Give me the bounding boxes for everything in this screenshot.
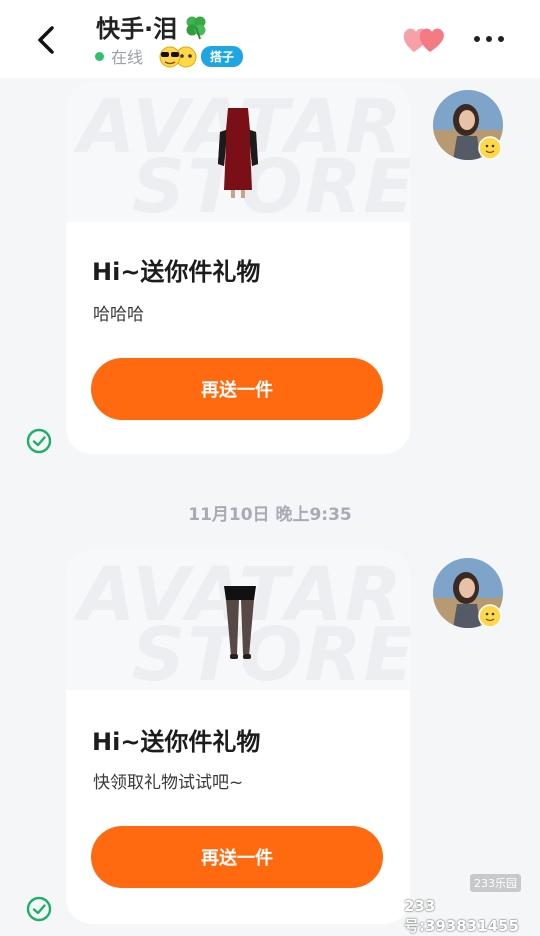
relation-tag: 搭子: [201, 45, 244, 67]
gift-card: AVATAR STORE Hi~送你件礼物 哈哈哈 再送一件: [66, 82, 410, 454]
black-stockings-icon: [224, 586, 256, 659]
gift-card-message: 快领取礼物试试吧~: [93, 773, 244, 793]
read-check-icon: [26, 428, 52, 454]
gift-card-message: 哈哈哈: [93, 305, 144, 325]
sunglasses-emoji-icon: [156, 44, 200, 68]
contact-name-row[interactable]: 快手·泪: [96, 9, 209, 44]
red-dress-icon: [218, 108, 258, 198]
gift-item-image[interactable]: AVATAR STORE: [66, 82, 410, 222]
gift-card-title: Hi~送你件礼物: [92, 258, 261, 286]
back-arrow-icon[interactable]: [28, 20, 68, 60]
smile-emoji-icon: [478, 604, 502, 628]
double-heart-icon[interactable]: [402, 22, 446, 56]
message-timestamp: 11月10日 晚上9:35: [188, 505, 352, 525]
gift-item-image[interactable]: AVATAR STORE: [66, 550, 410, 690]
gift-card: AVATAR STORE Hi~送你件礼物 快领取礼物试试吧~ 再送一件: [66, 550, 410, 924]
online-status: 在线: [111, 48, 144, 67]
online-dot-icon: [95, 51, 104, 61]
read-check-icon: [26, 896, 52, 922]
send-another-button[interactable]: 再送一件: [91, 358, 383, 420]
status-row: 在线 搭子: [95, 44, 244, 68]
smile-emoji-icon: [478, 136, 502, 160]
site-id-watermark: 233号:393831455: [404, 897, 519, 935]
four-leaf-clover-icon: [186, 16, 206, 39]
send-another-button[interactable]: 再送一件: [91, 826, 383, 888]
chat-header: 快手·泪 在线 搭子: [0, 0, 540, 78]
gift-card-title: Hi~送你件礼物: [92, 728, 261, 756]
contact-name: 快手·泪: [96, 15, 178, 43]
store-watermark: STORE: [132, 612, 410, 690]
store-watermark: STORE: [132, 144, 410, 222]
more-dots-icon[interactable]: [474, 36, 504, 42]
site-badge-watermark: 233乐园: [470, 874, 521, 892]
